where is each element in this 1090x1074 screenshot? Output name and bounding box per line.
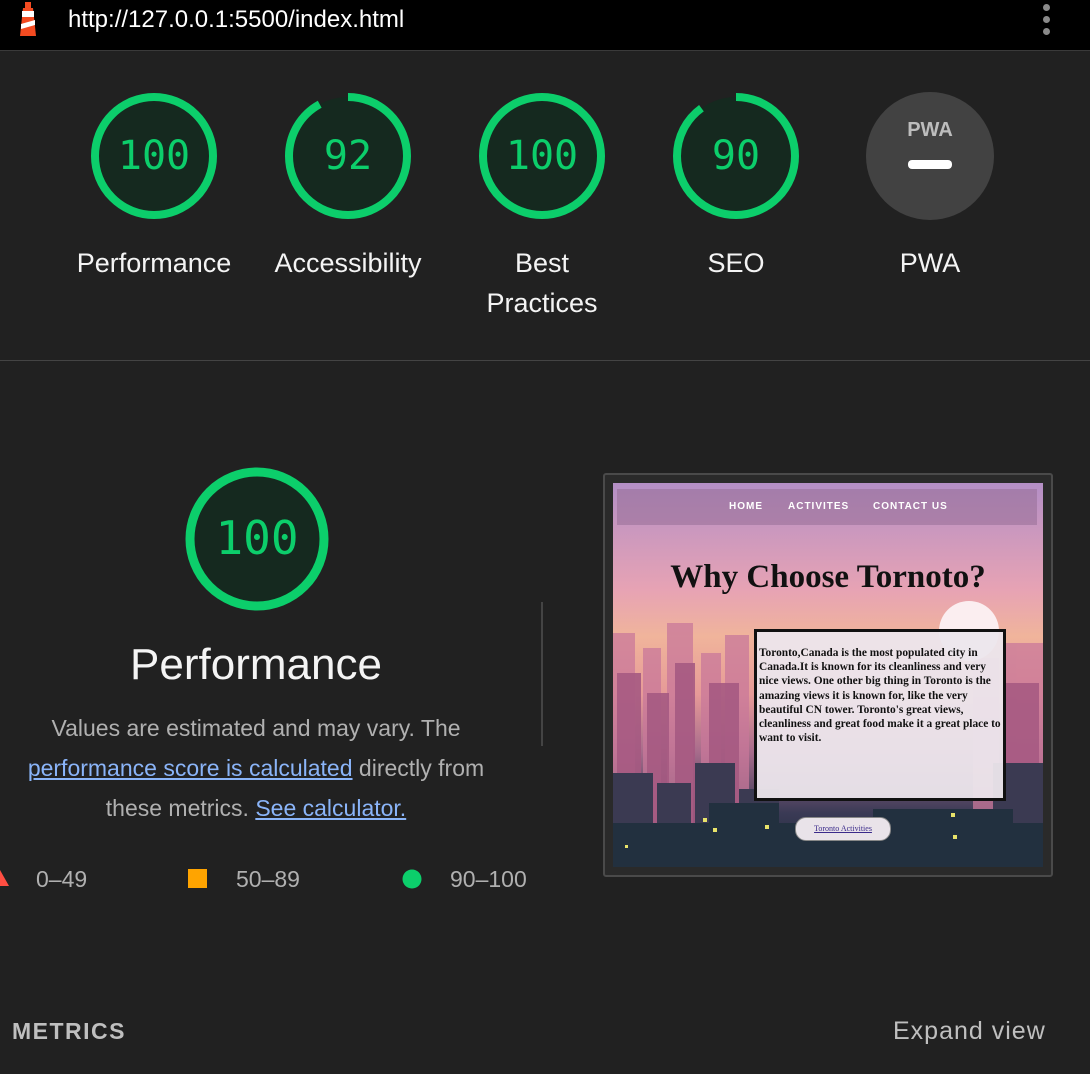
gauge-score: 100 <box>118 133 190 179</box>
gauge-ring: 100 <box>479 93 605 219</box>
performance-description: Values are estimated and may vary. The p… <box>6 708 506 828</box>
desc-prefix: Values are estimated and may vary. The <box>51 715 461 741</box>
browser-topbar: http://127.0.0.1:5500/index.html <box>0 0 1090 51</box>
performance-gauge: 100 <box>185 467 329 611</box>
gauge-label: Best Practices <box>486 248 598 318</box>
pwa-badge-text: PWA <box>907 119 953 141</box>
square-icon <box>188 869 207 888</box>
legend-label: 90–100 <box>450 866 527 892</box>
pwa-badge-icon: PWA <box>866 92 994 220</box>
performance-title: Performance <box>130 640 382 689</box>
gauge-ring: 90 <box>673 93 799 219</box>
gauge-pwa[interactable]: PWA PWA <box>835 91 1025 283</box>
gauge-best-practices[interactable]: 100 Best Practices <box>447 91 637 323</box>
see-calculator-link[interactable]: See calculator. <box>255 795 406 821</box>
final-screenshot[interactable]: HOME ACTIVITES CONTACT US Why Choose Tor… <box>603 473 1053 877</box>
circle-icon <box>402 869 422 889</box>
section-divider <box>541 602 543 746</box>
gauge-label: Accessibility <box>274 248 422 278</box>
vertical-dots-icon[interactable] <box>1040 4 1052 38</box>
nav-activites: ACTIVITES <box>788 501 850 512</box>
gauge-label: PWA <box>899 248 961 278</box>
screenshot-title: Why Choose Tornoto? <box>670 559 986 595</box>
screenshot-body: Toronto,Canada is the most populated cit… <box>759 647 1001 745</box>
performance-score: 100 <box>215 511 298 565</box>
screenshot-nav: HOME ACTIVITES CONTACT US <box>617 489 1037 525</box>
legend-label: 50–89 <box>236 866 300 892</box>
category-gauges: 100 Performance 92 Accessibility 100 Bes… <box>0 51 1090 361</box>
gauge-performance[interactable]: 100 Performance <box>59 91 249 283</box>
gauge-score: 92 <box>324 133 372 179</box>
gauge-seo[interactable]: 90 SEO <box>641 91 831 283</box>
expand-view-toggle[interactable]: Expand view <box>893 1017 1046 1046</box>
legend-label: 0–49 <box>36 866 88 892</box>
lighthouse-icon <box>20 2 36 36</box>
score-calculation-link[interactable]: performance score is calculated <box>28 755 353 781</box>
gauge-label: Performance <box>76 248 232 278</box>
gauge-ring: 92 <box>285 93 411 219</box>
triangle-icon <box>0 870 9 886</box>
screenshot-text-box: Toronto,Canada is the most populated cit… <box>754 629 1006 801</box>
screenshot-page: HOME ACTIVITES CONTACT US Why Choose Tor… <box>613 483 1043 867</box>
gauge-score: 100 <box>506 133 578 179</box>
gauge-label: SEO <box>707 248 765 278</box>
nav-contact: CONTACT US <box>873 501 948 512</box>
gauge-score: 90 <box>712 133 760 179</box>
performance-section: 100 Performance Values are estimated and… <box>0 362 1090 1074</box>
gauge-accessibility[interactable]: 92 Accessibility <box>253 91 443 283</box>
metrics-heading: METRICS <box>12 1018 126 1044</box>
screenshot-button-link: Toronto Activities <box>814 824 872 833</box>
gauge-ring: 100 <box>91 93 217 219</box>
url-bar[interactable]: http://127.0.0.1:5500/index.html <box>68 6 404 34</box>
nav-home: HOME <box>729 501 763 512</box>
screenshot-button: Toronto Activities <box>795 817 891 841</box>
